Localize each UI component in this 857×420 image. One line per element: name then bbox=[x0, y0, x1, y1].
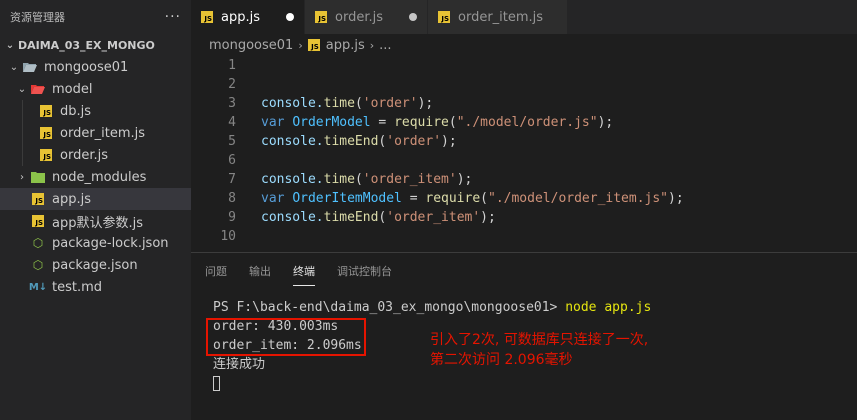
chevron-down-icon: ⌄ bbox=[5, 39, 15, 51]
tree-item-label: app.js bbox=[52, 191, 91, 207]
line-number: 4 bbox=[228, 115, 236, 130]
folder-open-icon bbox=[22, 59, 38, 75]
javascript-file-icon: JS bbox=[38, 125, 54, 141]
line-number: 7 bbox=[228, 172, 236, 187]
code-line: 9 console.timeEnd('order_item'); bbox=[191, 208, 857, 227]
tree-item-label: package-lock.json bbox=[52, 235, 169, 251]
code-line: 6 bbox=[191, 151, 857, 170]
bottom-panel: 问题 输出 终端 调试控制台 PS F:\back-end\daima_03_e… bbox=[191, 252, 857, 420]
tab-problems[interactable]: 问题 bbox=[205, 255, 227, 286]
tab-order-js[interactable]: JS order.js bbox=[305, 0, 428, 34]
tree-file-package-json[interactable]: ⬡ package.json bbox=[0, 254, 191, 276]
tree-file-order-js[interactable]: JS order.js bbox=[0, 144, 191, 166]
tree-folder-mongoose01[interactable]: ⌄ mongoose01 bbox=[0, 56, 191, 78]
breadcrumb: mongoose01 › JS app.js › ... bbox=[191, 34, 857, 56]
tree-folder-node-modules[interactable]: › node_modules bbox=[0, 166, 191, 188]
code-line: 1 bbox=[191, 56, 857, 75]
tree-folder-model[interactable]: ⌄ model bbox=[0, 78, 191, 100]
code-line: 4 var OrderModel = require("./model/order… bbox=[191, 113, 857, 132]
chevron-right-icon: › bbox=[20, 171, 24, 183]
code-line: 3 console.time('order'); bbox=[191, 94, 857, 113]
tree-item-label: node_modules bbox=[52, 169, 147, 185]
code-line: 7 console.time('order_item'); bbox=[191, 170, 857, 189]
tree-item-label: app默认参数.js bbox=[52, 215, 143, 231]
panel-tab-bar: 问题 输出 终端 调试控制台 bbox=[191, 253, 857, 287]
node-modules-folder-icon bbox=[30, 169, 46, 185]
explorer-header: 资源管理器 ··· bbox=[0, 0, 191, 34]
javascript-file-icon: JS bbox=[38, 103, 54, 119]
tree-file-db-js[interactable]: JS db.js bbox=[0, 100, 191, 122]
markdown-file-icon: M↓ bbox=[28, 281, 48, 293]
unsaved-dot-icon[interactable] bbox=[286, 13, 294, 21]
line-number: 6 bbox=[228, 153, 236, 168]
json-file-icon: ⬡ bbox=[32, 258, 44, 272]
chevron-down-icon: ⌄ bbox=[9, 61, 19, 73]
tree-file-app-js[interactable]: JS app.js bbox=[0, 188, 191, 210]
line-number: 8 bbox=[228, 191, 236, 206]
editor-tab-bar: JS app.js JS order.js JS order_item.js bbox=[191, 0, 857, 34]
workspace-root-label: DAIMA_03_EX_MONGO bbox=[18, 38, 155, 52]
javascript-file-icon: JS bbox=[438, 11, 450, 23]
explorer-sidebar: 资源管理器 ··· ⌄ DAIMA_03_EX_MONGO ⌄ mongoose… bbox=[0, 0, 191, 420]
javascript-file-icon: JS bbox=[201, 11, 213, 23]
tab-debug-console[interactable]: 调试控制台 bbox=[337, 255, 392, 286]
tree-item-label: package.json bbox=[52, 257, 138, 273]
terminal-command: node app.js bbox=[565, 300, 652, 315]
javascript-file-icon: JS bbox=[315, 11, 327, 23]
line-number: 3 bbox=[228, 96, 236, 111]
terminal-cursor bbox=[213, 376, 220, 391]
tree-item-label: test.md bbox=[52, 279, 103, 295]
code-line: 5 console.timeEnd('order'); bbox=[191, 132, 857, 151]
chevron-right-icon: › bbox=[369, 38, 375, 52]
tab-output[interactable]: 输出 bbox=[249, 255, 271, 286]
code-line: 8 var OrderItemModel = require("./model/o… bbox=[191, 189, 857, 208]
tree-file-test-md[interactable]: M↓ test.md bbox=[0, 276, 191, 298]
javascript-file-icon: JS bbox=[307, 39, 320, 51]
editor-area: JS app.js JS order.js JS order_item.js m… bbox=[191, 0, 857, 252]
tab-order-item-js[interactable]: JS order_item.js bbox=[428, 0, 569, 34]
more-actions-icon[interactable]: ··· bbox=[165, 9, 181, 25]
annotation-line: 第二次访问 2.096毫秒 bbox=[430, 352, 573, 368]
tree-item-label: mongoose01 bbox=[44, 59, 129, 75]
unsaved-dot-icon[interactable] bbox=[409, 13, 417, 21]
tree-file-order-item-js[interactable]: JS order_item.js bbox=[0, 122, 191, 144]
tree-item-label: order_item.js bbox=[60, 125, 146, 141]
tree-file-package-lock-json[interactable]: ⬡ package-lock.json bbox=[0, 232, 191, 254]
tab-label: order_item.js bbox=[458, 9, 544, 25]
tab-label: app.js bbox=[221, 9, 260, 25]
line-number: 9 bbox=[228, 210, 236, 225]
line-number: 1 bbox=[228, 58, 236, 73]
chevron-right-icon: › bbox=[298, 38, 303, 52]
javascript-file-icon: JS bbox=[30, 213, 46, 229]
javascript-file-icon: JS bbox=[30, 191, 46, 207]
line-number: 10 bbox=[220, 229, 236, 244]
tab-terminal[interactable]: 终端 bbox=[293, 255, 315, 286]
line-number: 5 bbox=[228, 134, 236, 149]
tree-item-label: model bbox=[52, 81, 93, 97]
javascript-file-icon: JS bbox=[38, 147, 54, 163]
json-file-icon: ⬡ bbox=[32, 236, 44, 250]
annotation-text: 引入了2次, 可数据库只连接了一次, 第二次访问 2.096毫秒 bbox=[430, 330, 648, 370]
breadcrumb-folder[interactable]: mongoose01 bbox=[209, 38, 293, 53]
code-line: 10 bbox=[191, 227, 857, 246]
line-number: 2 bbox=[228, 77, 236, 92]
model-folder-icon bbox=[30, 81, 46, 97]
terminal-prompt: PS F:\back-end\daima_03_ex_mongo\mongoos… bbox=[213, 300, 566, 315]
chevron-down-icon: ⌄ bbox=[17, 83, 27, 95]
tab-label: order.js bbox=[335, 9, 383, 25]
terminal-cursor-line bbox=[213, 374, 857, 393]
tree-item-label: order.js bbox=[60, 147, 108, 163]
annotation-line: 引入了2次, 可数据库只连接了一次, bbox=[430, 332, 649, 348]
tree-item-label: db.js bbox=[60, 103, 92, 119]
terminal-command-line: PS F:\back-end\daima_03_ex_mongo\mongoos… bbox=[213, 298, 857, 317]
breadcrumb-file[interactable]: app.js bbox=[326, 38, 365, 53]
tree-file-app-default-params-js[interactable]: JS app默认参数.js bbox=[0, 210, 191, 232]
code-editor[interactable]: 1 2 3 console.time('order'); 4 var OrderMo… bbox=[191, 56, 857, 246]
highlight-box bbox=[206, 318, 366, 356]
workspace-root[interactable]: ⌄ DAIMA_03_EX_MONGO bbox=[0, 34, 191, 56]
breadcrumb-tail[interactable]: ... bbox=[379, 38, 391, 53]
tab-app-js[interactable]: JS app.js bbox=[191, 0, 305, 34]
code-line: 2 bbox=[191, 75, 857, 94]
explorer-title: 资源管理器 bbox=[10, 11, 65, 24]
